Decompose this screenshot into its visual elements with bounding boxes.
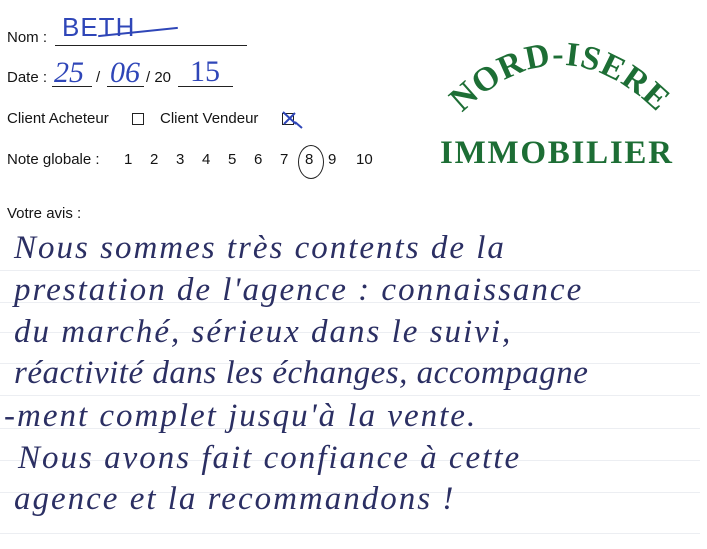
- date-day[interactable]: 25: [54, 56, 84, 90]
- rating-option[interactable]: 2: [150, 151, 158, 168]
- review-label: Votre avis :: [7, 205, 82, 222]
- rating-option[interactable]: 9: [328, 151, 336, 168]
- name-underline: [55, 45, 247, 46]
- date-month[interactable]: 06: [110, 56, 140, 90]
- rating-option[interactable]: 6: [254, 151, 262, 168]
- name-label: Nom :: [7, 29, 48, 46]
- ruled-line: [0, 270, 700, 271]
- ruled-line: [0, 395, 700, 396]
- rating-option[interactable]: 4: [202, 151, 210, 168]
- rating-label: Note globale :: [7, 151, 100, 168]
- rating-option[interactable]: 5: [228, 151, 236, 168]
- review-line: Nous sommes très contents de la: [14, 230, 506, 266]
- check-cross-icon: [282, 111, 303, 129]
- buyer-checkbox[interactable]: [132, 113, 144, 125]
- rating-option[interactable]: 1: [124, 151, 132, 168]
- date-year[interactable]: 15: [190, 55, 220, 89]
- logo-line1-text: NORD-ISERE: [443, 36, 677, 119]
- agency-logo: NORD-ISERE IMMOBILIER: [440, 36, 678, 171]
- review-line: agence et la recommandons !: [14, 481, 456, 517]
- logo-line1: NORD-ISERE: [443, 36, 678, 119]
- date-label: Date :: [7, 69, 48, 86]
- review-line: prestation de l'agence : connaissance: [14, 272, 584, 308]
- buyer-label: Client Acheteur: [7, 110, 109, 127]
- rating-option[interactable]: 3: [176, 151, 184, 168]
- review-line: Nous avons fait confiance à cette: [18, 440, 522, 476]
- logo-line2: IMMOBILIER: [440, 135, 673, 171]
- rating-option[interactable]: 7: [280, 151, 288, 168]
- ruled-line: [0, 533, 700, 534]
- rating-option[interactable]: 10: [356, 151, 373, 168]
- review-line: réactivité dans les échanges, accompagne: [14, 355, 589, 391]
- seller-label: Client Vendeur: [160, 110, 259, 127]
- rating-selection-circle: [298, 145, 324, 179]
- review-line: -ment complet jusqu'à la vente.: [4, 398, 478, 434]
- review-line: du marché, sérieux dans le suivi,: [14, 314, 513, 350]
- name-value[interactable]: Beth: [62, 12, 135, 43]
- date-separator: /: [96, 69, 101, 86]
- date-century: / 20: [146, 69, 172, 86]
